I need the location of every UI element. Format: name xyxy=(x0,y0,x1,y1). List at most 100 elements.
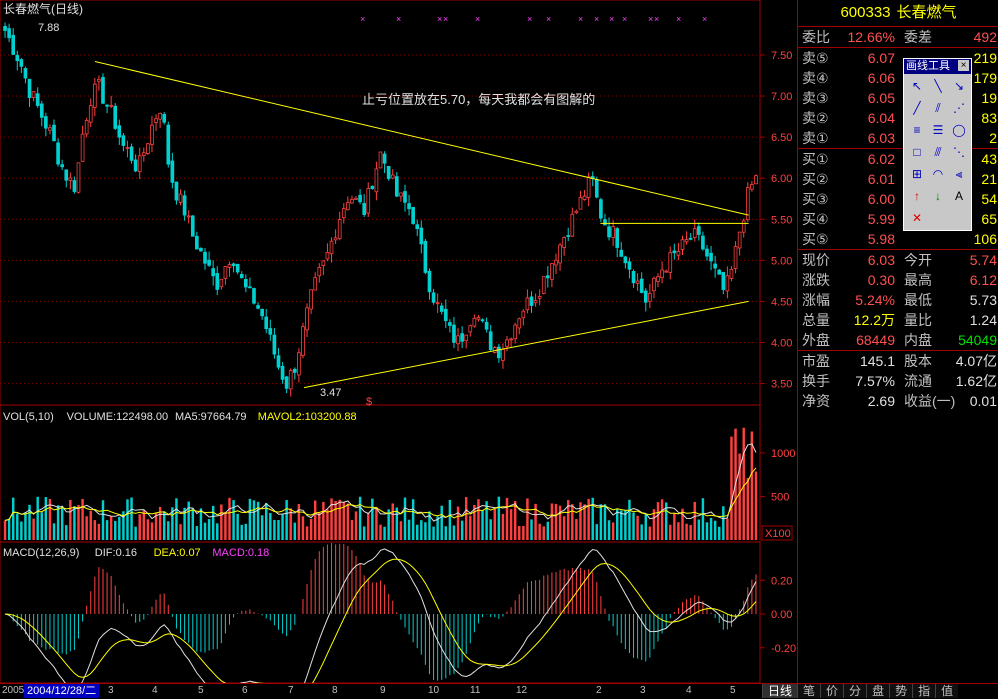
tab-分[interactable]: 分 xyxy=(843,684,867,698)
close-icon[interactable]: × xyxy=(958,60,969,71)
candle-down xyxy=(52,124,56,142)
speed-line-icon[interactable]: ⋱ xyxy=(949,142,969,162)
candle-down xyxy=(113,105,118,129)
stat-row: 外盘 68449 内盘 54049 xyxy=(798,330,998,351)
candle-up xyxy=(668,252,673,273)
select-icon[interactable]: ↖ xyxy=(907,76,927,96)
gann-fan-icon[interactable]: ⫻ xyxy=(928,142,948,162)
candle-down xyxy=(27,78,32,98)
row-label: 买⑤ xyxy=(802,231,829,247)
text-icon[interactable]: A xyxy=(949,186,969,206)
event-marker: × xyxy=(594,14,599,24)
candle-down xyxy=(427,270,432,293)
row-value: 6.00 xyxy=(867,191,895,207)
volume-unit-label: X100 xyxy=(765,528,791,540)
row-label: 卖② xyxy=(802,110,829,126)
row-value: 6.01 xyxy=(867,171,895,187)
ray-icon[interactable]: ↘ xyxy=(949,76,969,96)
candle-up xyxy=(378,151,383,169)
cycle-icon[interactable]: ⊞ xyxy=(907,164,927,184)
candle-down xyxy=(105,104,109,107)
volume-legend: VOL(5,10) VOLUME:122498.00 MA5:97664.79 MAV… xyxy=(3,411,357,423)
candle-down xyxy=(484,321,489,330)
candles[interactable] xyxy=(3,22,758,397)
parallel-icon[interactable]: ⫽ xyxy=(928,98,948,118)
equal-line-icon[interactable]: ☰ xyxy=(928,120,948,140)
event-marker: × xyxy=(443,14,448,24)
fibonacci-icon[interactable]: ≡ xyxy=(907,120,927,140)
month-label: 4 xyxy=(152,685,158,696)
tab-值[interactable]: 值 xyxy=(935,684,959,698)
trendline-upper[interactable] xyxy=(94,61,749,216)
candle-up xyxy=(582,195,587,200)
period-tabs: 日线笔价分盘势指值 xyxy=(762,684,959,698)
row-label: 涨幅 xyxy=(802,292,830,308)
delete-icon[interactable]: ✕ xyxy=(907,208,927,228)
candle-down xyxy=(619,249,624,257)
candle-down xyxy=(170,160,175,183)
down-arrow-icon[interactable]: ↓ xyxy=(928,186,948,206)
candle-up xyxy=(435,302,440,305)
candle-up xyxy=(513,324,518,340)
channel-icon[interactable]: ⋰ xyxy=(949,98,969,118)
trendline-lower[interactable] xyxy=(303,300,749,389)
candle-up xyxy=(750,184,754,190)
tab-指[interactable]: 指 xyxy=(912,684,936,698)
buy-row: 买⑤ 5.98 106 xyxy=(798,229,998,250)
candle-up xyxy=(150,124,154,145)
row-value: 68449 xyxy=(856,332,895,348)
volume-ma-line xyxy=(4,443,757,522)
candle-up xyxy=(325,252,330,260)
month-label: 9 xyxy=(380,685,386,696)
month-label: 4 xyxy=(686,685,692,696)
candle-up xyxy=(468,325,473,333)
candle-down xyxy=(292,368,297,373)
candle-up xyxy=(472,317,477,327)
candle-down xyxy=(713,263,717,269)
macd-axis: 0.20 0.00 -0.20 xyxy=(760,575,796,655)
row-label: 卖④ xyxy=(802,70,829,86)
fan-icon[interactable]: ⫷ xyxy=(949,164,969,184)
month-label: 3 xyxy=(640,685,646,696)
committee-row: 委比 12.66% 委差 492 xyxy=(798,27,998,48)
candle-down xyxy=(460,333,464,342)
line-icon[interactable]: ╲ xyxy=(928,76,948,96)
tab-价[interactable]: 价 xyxy=(820,684,844,698)
candle-down xyxy=(195,235,199,250)
volume-legend-item: VOL(5,10) xyxy=(3,411,54,423)
candle-down xyxy=(643,290,648,303)
candle-down xyxy=(11,34,16,55)
candle-down xyxy=(480,319,485,322)
segment-icon[interactable]: ╱ xyxy=(907,98,927,118)
row-value-2: 19 xyxy=(981,90,997,106)
row-value: 6.06 xyxy=(867,70,895,86)
toolbox-header[interactable]: 画线工具 × xyxy=(904,59,971,74)
drawing-toolbox[interactable]: 画线工具 × ↖ ╲ ↘ ╱ ⫽ ⋰ ≡ ☰ ◯ □ ⫻ ⋱ ⊞ ◠ ⫷ ↑ ↓ A ✕ xyxy=(903,58,972,231)
row-value-2: 0.01 xyxy=(969,393,997,409)
event-marker: × xyxy=(622,14,627,24)
candle-down xyxy=(190,215,195,237)
tab-势[interactable]: 势 xyxy=(889,684,913,698)
candle-down xyxy=(7,28,11,39)
row-value: 12.2万 xyxy=(853,312,895,328)
macd-line xyxy=(4,548,757,683)
price-tick-label: 7.50 xyxy=(771,50,792,62)
kline-chart-area[interactable]: 长春燃气(日线) 7.50 7.00 6.50 6.00 5.50 5.00 4.50 4.0… xyxy=(0,0,797,683)
candle-up xyxy=(329,240,334,255)
rectangle-icon[interactable]: □ xyxy=(907,142,927,162)
month-label: 7 xyxy=(288,685,294,696)
candle-up xyxy=(31,91,36,98)
tab-笔[interactable]: 笔 xyxy=(797,684,821,698)
tab-盘[interactable]: 盘 xyxy=(866,684,890,698)
stat-row: 涨幅 5.24% 最低 5.73 xyxy=(798,290,998,310)
candle-up xyxy=(313,277,318,291)
tab-日线[interactable]: 日线 xyxy=(762,684,798,698)
candle-down xyxy=(358,194,362,203)
arc-icon[interactable]: ◠ xyxy=(928,164,948,184)
candle-down xyxy=(566,235,571,237)
macd-legend-item: DIF:0.16 xyxy=(95,547,137,559)
candle-up xyxy=(501,348,505,361)
ellipse-icon[interactable]: ◯ xyxy=(949,120,969,140)
up-arrow-icon[interactable]: ↑ xyxy=(907,186,927,206)
row-value-2: 65 xyxy=(981,211,997,227)
